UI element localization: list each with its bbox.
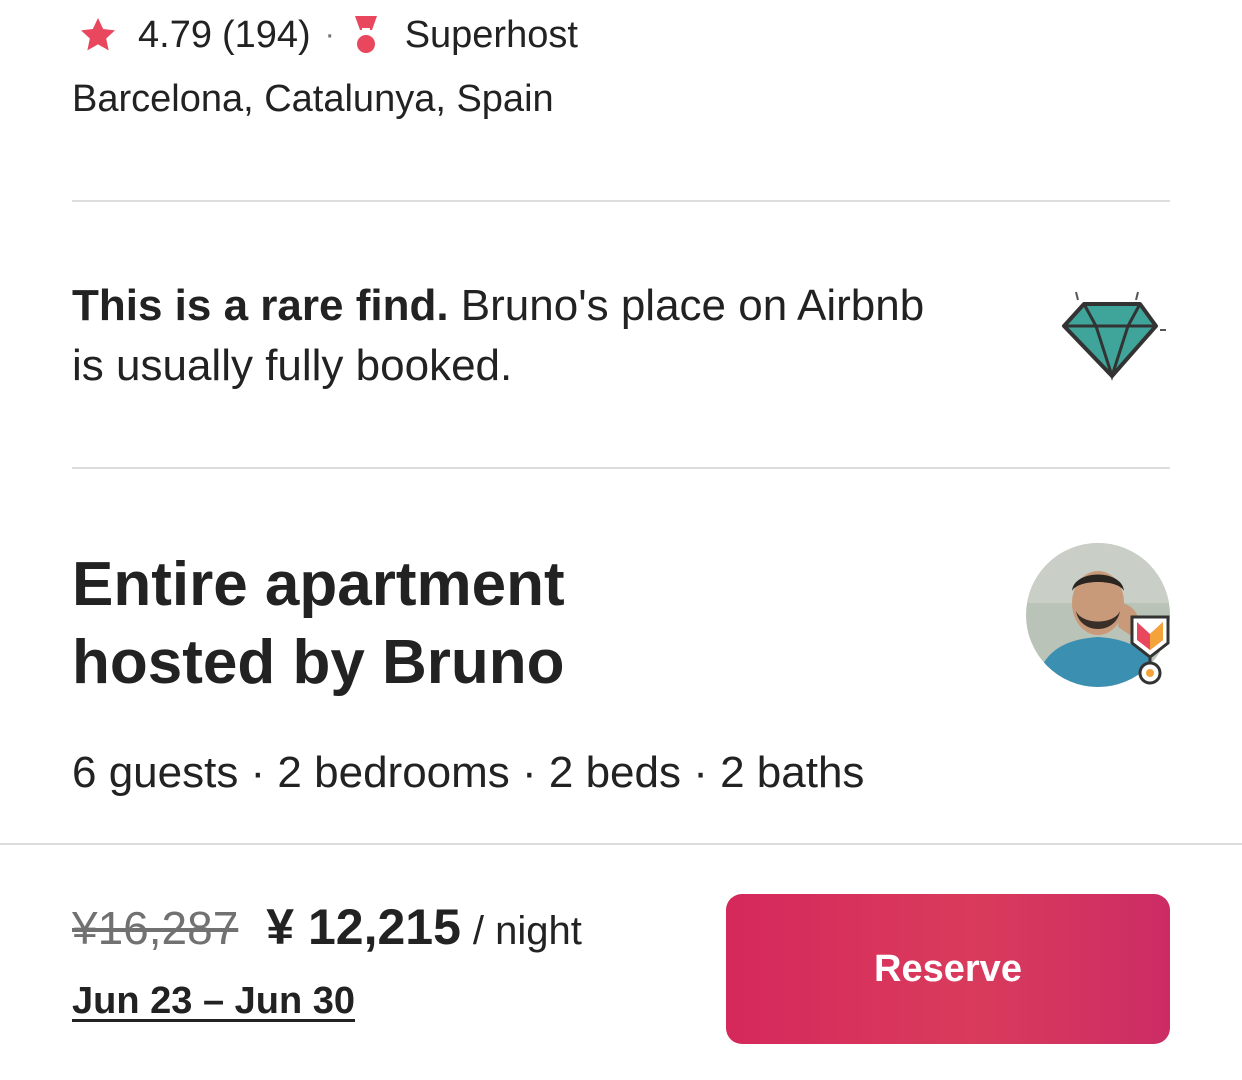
original-price: ¥16,287 xyxy=(72,902,239,954)
rating-score: 4.79 xyxy=(138,13,212,56)
listing-title: Entire apartment hosted by Bruno xyxy=(72,546,772,702)
superhost-medal-icon xyxy=(349,14,383,56)
host-avatar[interactable] xyxy=(1026,543,1172,689)
footer-divider xyxy=(0,843,1242,845)
location[interactable]: Barcelona, Catalunya, Spain xyxy=(72,78,554,121)
superhost-label: Superhost xyxy=(404,13,578,56)
rare-find-message: This is a rare find. Bruno's place on Ai… xyxy=(72,276,952,396)
price-row: ¥16,287 ¥ 12,215 / night xyxy=(72,898,582,956)
date-range-link[interactable]: Jun 23 – Jun 30 xyxy=(72,980,355,1023)
listing-details: 6 guests · 2 bedrooms · 2 beds · 2 baths xyxy=(72,748,865,797)
star-icon xyxy=(78,15,118,55)
listing-title-line1: Entire apartment xyxy=(72,550,565,619)
listing-page: 4.79 (194) · Superhost Barcelona, Catalu… xyxy=(0,0,1242,1080)
discounted-price: ¥ 12,215 xyxy=(266,899,461,955)
divider xyxy=(72,200,1170,202)
per-night-label: / night xyxy=(472,909,582,953)
rare-find-bold: This is a rare find. xyxy=(72,281,449,330)
separator-dot: · xyxy=(324,18,335,51)
divider xyxy=(72,467,1170,469)
reserve-button[interactable]: Reserve xyxy=(726,894,1170,1044)
listing-title-line2: hosted by Bruno xyxy=(72,628,565,697)
rating-row: 4.79 (194) · Superhost xyxy=(78,10,578,60)
diamond-icon xyxy=(1056,290,1168,386)
review-count[interactable]: (194) xyxy=(222,14,311,57)
superhost-badge-icon xyxy=(1128,613,1172,687)
